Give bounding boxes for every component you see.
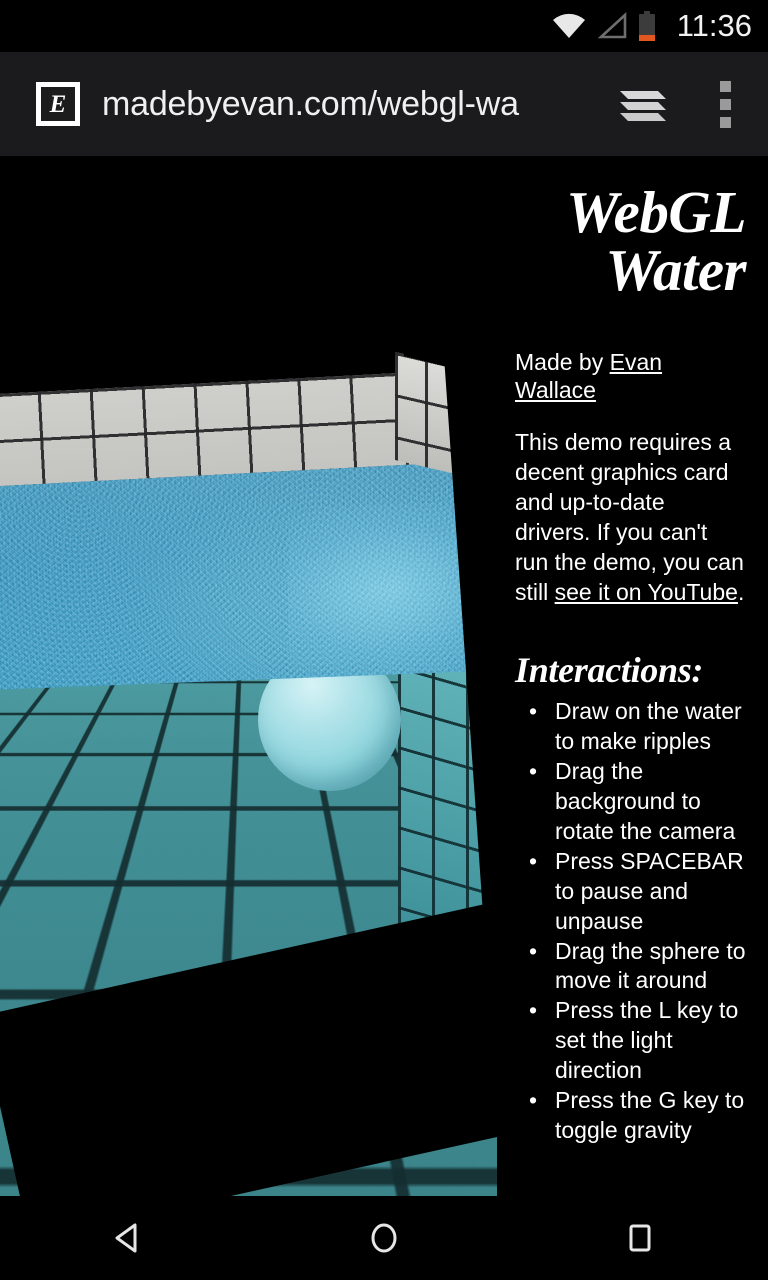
status-bar-clock: 11:36 — [677, 8, 752, 44]
list-item: Press the L key to set the light directi… — [555, 996, 746, 1086]
wifi-icon — [551, 12, 587, 40]
favicon-letter: E — [41, 87, 75, 121]
article-text-panel: WebGL Water Made by Evan Wallace This de… — [497, 156, 768, 1196]
android-navigation-bar — [0, 1196, 768, 1280]
battery-icon — [639, 11, 655, 41]
back-nav-icon[interactable] — [68, 1196, 188, 1280]
youtube-link[interactable]: see it on YouTube — [555, 579, 738, 605]
web-page-content: WebGL Water Made by Evan Wallace This de… — [0, 156, 768, 1196]
status-bar: 11:36 — [0, 0, 768, 52]
status-icons: 11:36 — [551, 8, 752, 44]
browser-toolbar: E madebyevan.com/webgl-wa — [0, 52, 768, 156]
site-favicon: E — [36, 82, 80, 126]
interactions-heading: Interactions: — [515, 649, 746, 691]
list-item: Press SPACEBAR to pause and unpause — [555, 847, 746, 937]
intro-paragraph: This demo requires a decent graphics car… — [515, 428, 746, 607]
overflow-menu-icon[interactable] — [702, 73, 748, 135]
cell-signal-icon — [597, 12, 629, 40]
byline-prefix: Made by — [515, 349, 610, 375]
byline: Made by Evan Wallace — [515, 348, 746, 406]
recents-nav-icon[interactable] — [580, 1196, 700, 1280]
tabs-stack-icon[interactable] — [612, 73, 674, 135]
menu-dot — [720, 117, 731, 128]
features-heading: Features: — [515, 1188, 746, 1196]
intro-text-after: . — [738, 579, 744, 605]
list-item: Press the G key to toggle gravity — [555, 1086, 746, 1146]
menu-dot — [720, 99, 731, 110]
url-bar[interactable]: madebyevan.com/webgl-wa — [102, 85, 612, 124]
menu-dot — [720, 81, 731, 92]
home-nav-icon[interactable] — [324, 1196, 444, 1280]
list-item: Draw on the water to make ripples — [555, 697, 746, 757]
list-item: Drag the background to rotate the camera — [555, 757, 746, 847]
webgl-water-canvas[interactable] — [0, 156, 497, 1196]
water-scene — [0, 156, 497, 1196]
interactions-list: Draw on the water to make ripples Drag t… — [515, 697, 746, 1145]
list-item: Drag the sphere to move it around — [555, 937, 746, 997]
page-title: WebGL Water — [515, 184, 746, 300]
